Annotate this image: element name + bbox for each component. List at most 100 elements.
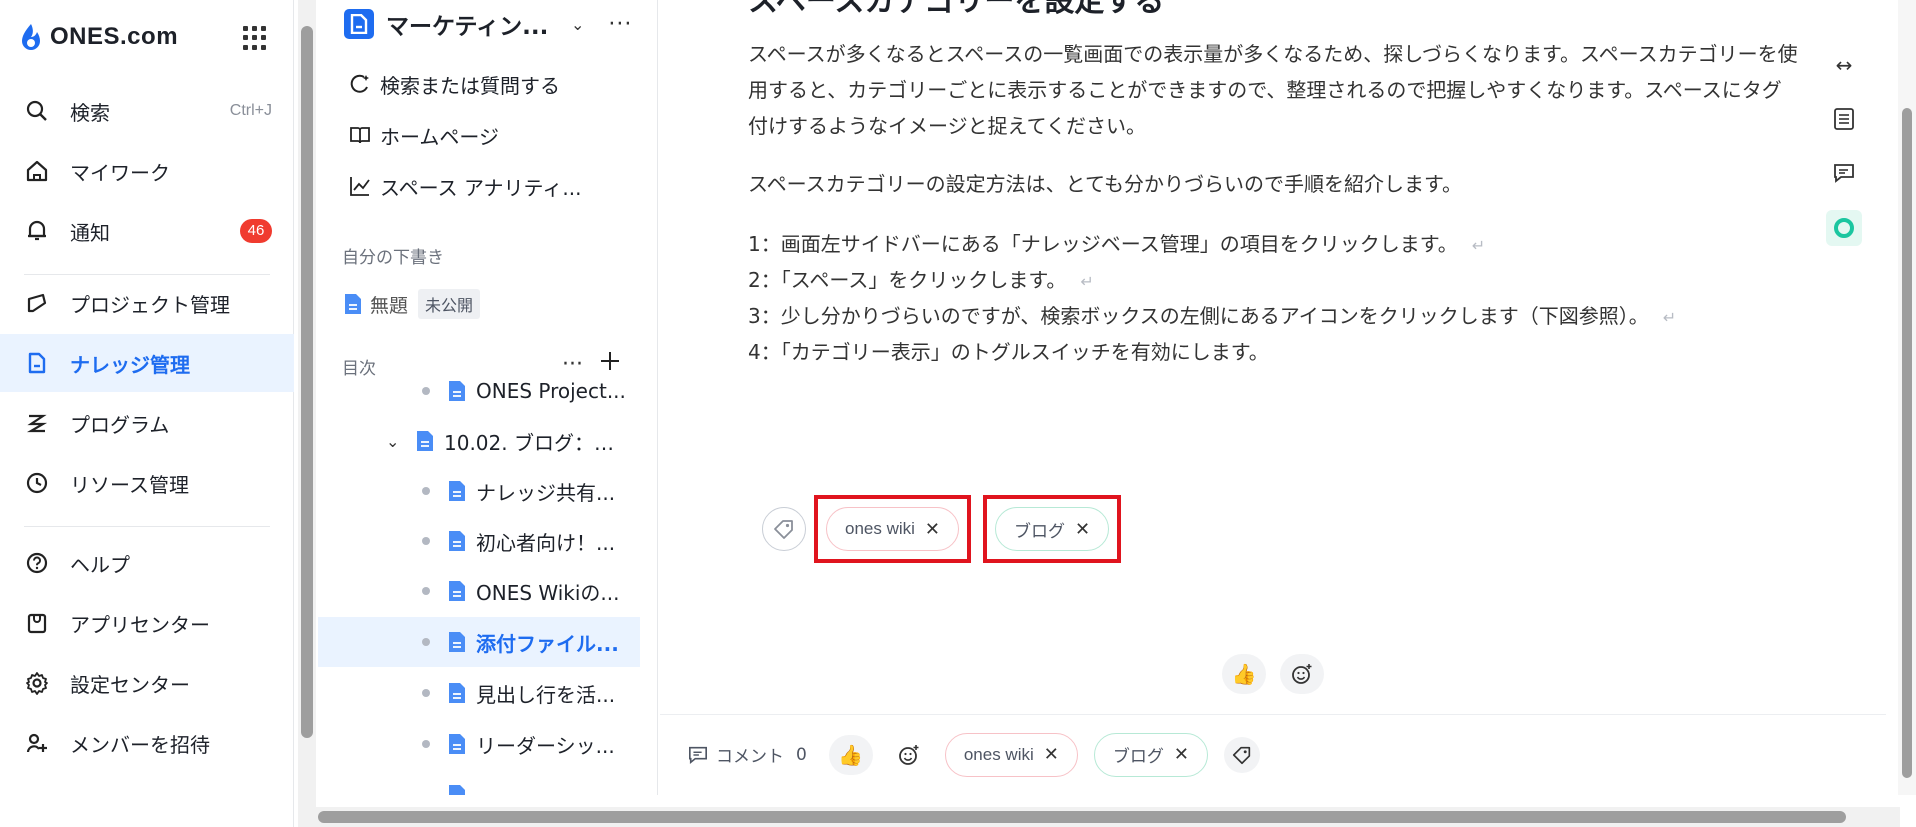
homepage-link[interactable]: ホームページ bbox=[348, 115, 499, 155]
ones-logo[interactable]: ONES.com bbox=[18, 22, 178, 52]
comment-button[interactable]: コメント 0 bbox=[688, 742, 807, 767]
app-grid-icon[interactable] bbox=[243, 26, 267, 50]
nav-scrollbar-thumb[interactable] bbox=[301, 26, 313, 738]
nav-search[interactable]: 検索 Ctrl+J bbox=[0, 82, 294, 140]
draft-item[interactable]: 無題 未公開 bbox=[344, 288, 481, 320]
step-text: 2：「スペース」をクリックします。 bbox=[748, 268, 1067, 292]
add-reaction-icon[interactable] bbox=[1280, 654, 1324, 694]
step-text: 3：少し分かりづらいのですが、検索ボックスの左側にあるアイコンをクリックします（… bbox=[748, 304, 1649, 328]
bullet-icon bbox=[422, 387, 430, 395]
close-icon[interactable]: ✕ bbox=[1044, 744, 1059, 765]
tag-chip[interactable]: ones wiki ✕ bbox=[826, 507, 960, 551]
program-icon bbox=[24, 410, 50, 436]
return-icon: ↵ bbox=[1080, 272, 1094, 291]
space-header[interactable]: マーケティン... ⌄ ··· bbox=[344, 6, 632, 42]
tag-highlight-box: ones wiki ✕ bbox=[814, 495, 972, 563]
chevron-down-icon[interactable]: ⌄ bbox=[386, 432, 399, 451]
doc-icon bbox=[449, 381, 465, 401]
close-icon[interactable]: ✕ bbox=[925, 519, 940, 540]
tag-chip[interactable]: ブログ ✕ bbox=[1093, 732, 1208, 777]
gear-icon bbox=[24, 670, 50, 696]
add-reaction-icon[interactable] bbox=[886, 734, 931, 775]
toc-item-label: ナレッジ共有... bbox=[476, 480, 616, 505]
nav-notify[interactable]: 通知 46 bbox=[0, 202, 294, 260]
analytics-link[interactable]: スペース アナリティ... bbox=[348, 166, 581, 206]
article-heading: スペースカテゴリーを設定する bbox=[748, 0, 1165, 19]
toc-item[interactable]: 初心者向け！... bbox=[318, 516, 640, 566]
doc-icon bbox=[449, 632, 465, 652]
article-paragraph: スペースカテゴリーの設定方法は、とても分かりづらいので手順を紹介します。 bbox=[748, 172, 1462, 196]
invite-icon bbox=[24, 730, 50, 756]
notify-badge: 46 bbox=[240, 219, 272, 243]
toc-item-active[interactable]: 添付ファイル... bbox=[318, 617, 640, 667]
search-shortcut: Ctrl+J bbox=[229, 102, 272, 119]
toc-item[interactable]: 見出し行を活... bbox=[318, 668, 640, 718]
bullet-icon bbox=[422, 740, 430, 748]
content-scrollbar[interactable] bbox=[1898, 0, 1916, 795]
nav-divider bbox=[24, 526, 270, 527]
bullet-icon bbox=[422, 638, 430, 646]
ask-search-link[interactable]: 検索または質問する bbox=[348, 64, 560, 104]
right-toolbar: ↔ bbox=[1826, 48, 1862, 246]
nav-project[interactable]: プロジェクト管理 bbox=[0, 274, 294, 332]
toc-item[interactable]: ONES Wikiの... bbox=[318, 566, 640, 616]
thumbs-up-icon[interactable]: 👍 bbox=[1222, 654, 1266, 694]
ai-assistant-icon[interactable] bbox=[1826, 210, 1862, 246]
drafts-header: 自分の下書き bbox=[342, 248, 444, 268]
close-icon[interactable]: ✕ bbox=[1075, 519, 1090, 540]
tag-label: ブログ bbox=[1112, 747, 1164, 766]
thumbs-up-icon[interactable]: 👍 bbox=[828, 734, 873, 775]
toc-item-label: 見出し行を活... bbox=[476, 682, 616, 707]
help-icon bbox=[24, 550, 50, 576]
analytics-label: スペース アナリティ... bbox=[380, 175, 582, 200]
bullet-icon bbox=[422, 537, 430, 545]
nav-knowledge[interactable]: ナレッジ管理 bbox=[0, 334, 294, 392]
knowledge-icon bbox=[24, 350, 50, 376]
close-icon[interactable]: ✕ bbox=[1174, 744, 1189, 765]
expand-width-icon[interactable]: ↔ bbox=[1827, 48, 1861, 82]
ones-logo-icon bbox=[22, 24, 40, 50]
nav-my-work[interactable]: マイワーク bbox=[0, 142, 294, 200]
nav-invite[interactable]: メンバーを招待 bbox=[0, 714, 294, 772]
nav-app-center[interactable]: アプリセンター bbox=[0, 594, 294, 652]
chevron-down-icon[interactable]: ⌄ bbox=[571, 15, 584, 34]
tag-chip[interactable]: ones wiki ✕ bbox=[944, 732, 1078, 777]
space-title: マーケティン... bbox=[386, 14, 549, 40]
nav-invite-label: メンバーを招待 bbox=[70, 732, 210, 757]
toc-item-label: リーダーシッ... bbox=[476, 733, 615, 758]
tag-row: ones wiki ✕ ブログ ✕ bbox=[762, 494, 1122, 564]
bullet-icon bbox=[422, 689, 430, 697]
outline-icon[interactable] bbox=[1827, 102, 1861, 136]
doc-icon bbox=[449, 683, 465, 703]
toc-item[interactable]: リーダーシッ... bbox=[318, 719, 640, 769]
add-tag-icon[interactable] bbox=[1223, 736, 1260, 773]
nav-resource[interactable]: リソース管理 bbox=[0, 454, 294, 512]
doc-icon bbox=[449, 734, 465, 754]
space-icon bbox=[344, 9, 374, 39]
homepage-label: ホームページ bbox=[380, 124, 499, 149]
nav-scrollbar[interactable] bbox=[298, 0, 316, 827]
toc-item-partial[interactable] bbox=[318, 772, 640, 795]
doc-icon bbox=[345, 294, 361, 314]
nav-resource-label: リソース管理 bbox=[70, 472, 189, 497]
tag-chip[interactable]: ブログ ✕ bbox=[995, 507, 1110, 551]
toc-item[interactable]: ナレッジ共有... bbox=[318, 466, 640, 516]
nav-help-label: ヘルプ bbox=[70, 552, 130, 577]
horizontal-scrollbar-thumb[interactable] bbox=[318, 811, 1846, 823]
add-tag-icon[interactable] bbox=[762, 507, 806, 551]
content-scrollbar-thumb[interactable] bbox=[1902, 108, 1912, 778]
nav-settings-label: 設定センター bbox=[70, 672, 190, 697]
toc-item[interactable]: ⌄ 10.02. ブログ：O... bbox=[318, 416, 640, 466]
toc-item[interactable]: ONES Project... bbox=[318, 366, 640, 416]
comment-panel-icon[interactable] bbox=[1827, 156, 1861, 190]
horizontal-scrollbar[interactable] bbox=[300, 807, 1900, 827]
step-line: 3：少し分かりづらいのですが、検索ボックスの左側にあるアイコンをクリックします（… bbox=[748, 298, 1676, 336]
nav-help[interactable]: ヘルプ bbox=[0, 534, 294, 592]
nav-settings[interactable]: 設定センター bbox=[0, 654, 294, 712]
article-paragraph: スペースが多くなるとスペースの一覧画面での表示量が多くなるため、探しづらくなりま… bbox=[748, 42, 1798, 138]
bottom-bar: コメント 0 👍 ones wiki ✕ ブログ ✕ bbox=[660, 714, 1886, 794]
comment-count: 0 bbox=[796, 744, 807, 765]
nav-program[interactable]: プログラム bbox=[0, 394, 294, 452]
bullet-icon bbox=[422, 487, 430, 495]
more-icon[interactable]: ··· bbox=[608, 12, 632, 37]
